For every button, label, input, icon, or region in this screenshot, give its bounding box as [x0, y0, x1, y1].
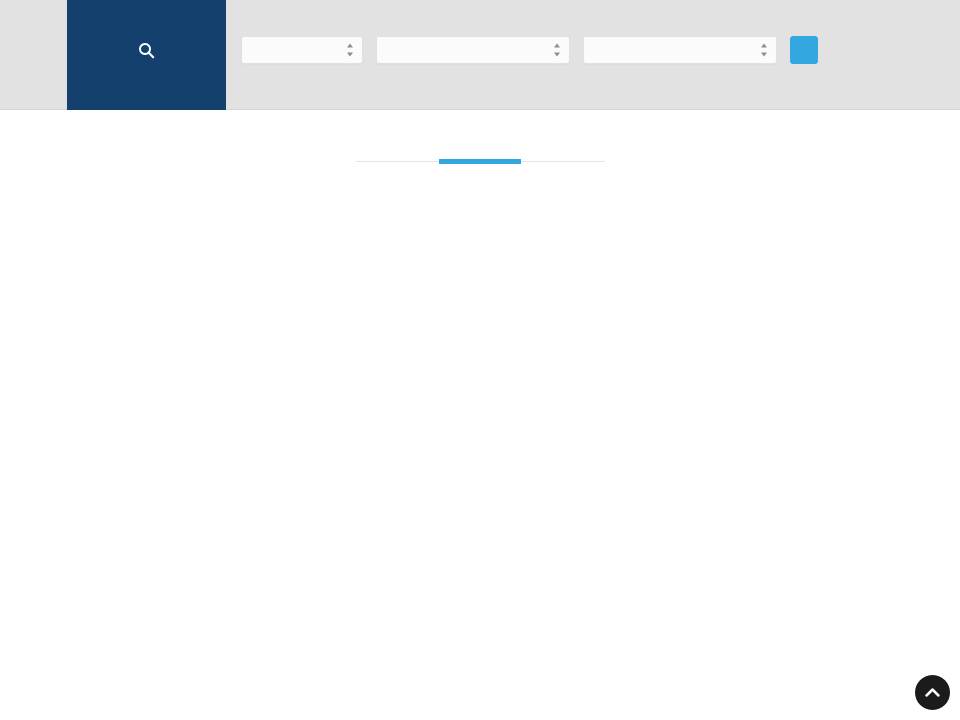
- get-started-button[interactable]: [790, 36, 818, 64]
- vehicle-type-grid: [40, 166, 920, 194]
- chevron-up-icon: [925, 687, 940, 698]
- chevron-updown-icon: [761, 44, 768, 57]
- site-header: [0, 0, 960, 110]
- divider-line: [356, 161, 605, 162]
- chevron-updown-icon: [554, 44, 561, 57]
- divider-accent: [439, 159, 521, 164]
- model-select[interactable]: [583, 36, 777, 64]
- brand-logo[interactable]: [67, 0, 226, 110]
- chevron-updown-icon: [347, 44, 354, 57]
- vehicle-search-form: [241, 36, 818, 64]
- title-divider: [0, 156, 960, 166]
- search-icon: [138, 42, 155, 59]
- page-title: [86, 110, 873, 140]
- make-select[interactable]: [376, 36, 570, 64]
- year-select[interactable]: [241, 36, 363, 64]
- scroll-to-top-button[interactable]: [915, 675, 950, 710]
